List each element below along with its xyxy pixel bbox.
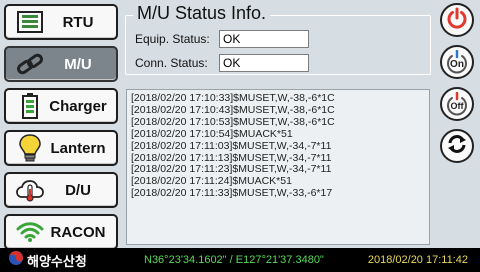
off-label: Off xyxy=(450,101,464,111)
refresh-icon xyxy=(446,133,468,160)
message-log[interactable]: [2018/02/20 17:10:33]$MUSET,W,-38,-6*1C … xyxy=(126,89,430,245)
off-button[interactable]: Off xyxy=(440,87,474,121)
equip-status-field[interactable]: OK xyxy=(219,30,309,48)
log-line: [2018/02/20 17:10:54]$MUACK*51 xyxy=(131,127,293,140)
nav-label: D/U xyxy=(65,181,91,199)
taegeuk-icon xyxy=(8,250,24,271)
power-icon xyxy=(446,7,468,34)
nav-button-du[interactable]: D/U xyxy=(4,172,118,208)
equip-status-label: Equip. Status: xyxy=(135,32,210,46)
agency-name: 해양수산청 xyxy=(27,253,87,269)
nav-label: M/U xyxy=(64,55,92,73)
power-on-icon: On xyxy=(445,50,469,74)
rtu-device-icon xyxy=(14,7,46,37)
nav-label: RACON xyxy=(50,223,106,241)
current-datetime: 2018/02/20 17:11:42 xyxy=(367,254,468,266)
nav-label: Lantern xyxy=(50,139,106,157)
on-label: On xyxy=(450,59,464,70)
nav-button-racon[interactable]: RACON xyxy=(4,214,118,250)
agency-logo: 해양수산청 xyxy=(8,250,120,271)
log-line: [2018/02/20 17:10:53]$MUSET,W,-38,-6*1C xyxy=(131,115,335,128)
on-button[interactable]: On xyxy=(440,45,474,79)
log-line: [2018/02/20 17:11:33]$MUSET,W,-33,-6*17 xyxy=(131,187,333,200)
link-icon xyxy=(14,49,46,79)
nav-label: RTU xyxy=(62,13,94,31)
power-button[interactable] xyxy=(440,3,474,37)
cloud-thermometer-icon xyxy=(14,175,46,205)
gps-coordinates: N36°23'34.1602" / E127°21'37.3480" xyxy=(144,254,324,266)
conn-status-field[interactable]: OK xyxy=(219,54,309,72)
log-line: [2018/02/20 17:11:03]$MUSET,W,-34,-7*11 xyxy=(131,139,332,152)
status-bar: 해양수산청 N36°23'34.1602" / E127°21'37.3480"… xyxy=(0,248,480,272)
conn-status-label: Conn. Status: xyxy=(135,56,208,70)
wifi-signal-icon xyxy=(14,217,46,247)
nav-label: Charger xyxy=(49,97,107,115)
panel-title: M/U Status Info. xyxy=(133,3,271,23)
power-off-icon: Off xyxy=(445,92,469,116)
nav-button-rtu[interactable]: RTU xyxy=(4,4,118,40)
battery-icon xyxy=(14,91,46,121)
lightbulb-icon xyxy=(14,133,46,163)
nav-button-charger[interactable]: Charger xyxy=(4,88,118,124)
refresh-button[interactable] xyxy=(440,129,474,163)
nav-button-lantern[interactable]: Lantern xyxy=(4,130,118,166)
nav-button-mu[interactable]: M/U xyxy=(4,46,118,82)
